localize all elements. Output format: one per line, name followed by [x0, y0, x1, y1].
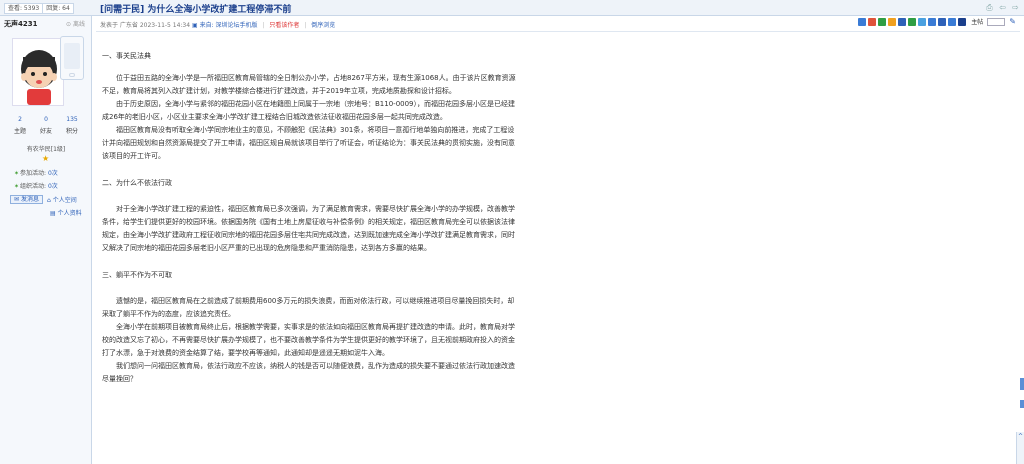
only-author-link[interactable]: 只看该作者: [269, 22, 299, 29]
thread-category-prefix[interactable]: [问需于民]: [100, 5, 144, 15]
toolbar-icon-5[interactable]: [898, 17, 907, 26]
side-share-tab[interactable]: [1020, 378, 1024, 390]
count-topics[interactable]: 2 主题: [8, 116, 32, 135]
author-name[interactable]: 无声4231: [4, 19, 37, 29]
profile-link[interactable]: ▤ 个人资料: [50, 208, 82, 217]
author-panel: 无声4231 ⊙ 离线 2 主题 0 好友 135 积分 有农华民[1级] ★ …: [0, 16, 92, 464]
reverse-order-link[interactable]: 倒序浏览: [311, 22, 335, 29]
personal-space-link[interactable]: ⌂ 个人空间: [47, 195, 77, 204]
chevron-up-icon: ^: [1018, 433, 1024, 440]
paragraph: 遗憾的是，福田区教育局在之前造成了前期费用600多万元的损失浪费，而面对依法行政…: [102, 297, 515, 318]
paragraph: 由于历史原因，全海小学与紧邻的福田花园小区在地籍图上同属于一宗地（宗地号：B11…: [102, 100, 516, 121]
home-icon: ⌂: [46, 197, 51, 204]
author-counts: 2 主题 0 好友 135 积分: [8, 116, 84, 135]
device-icon: ▣: [192, 22, 198, 29]
paragraph: 我们想问一问福田区教育局，依法行政应不应该，纳税人的钱是否可以随便浪费，乱作为造…: [102, 362, 515, 383]
online-status: ⊙ 离线: [66, 21, 85, 28]
tool-label: 主帖: [971, 19, 984, 26]
goto-floor-input[interactable]: [987, 17, 1006, 26]
divider: [96, 31, 1020, 32]
toolbar-icon-2[interactable]: [868, 17, 877, 26]
post-content: 一、事关民法典 位于益田五路的全海小学是一所福田区教育局管辖的全日制公办小学，占…: [102, 50, 520, 386]
send-message-button[interactable]: ✉ 发消息: [10, 195, 43, 204]
toolbar-icon-8[interactable]: [928, 17, 937, 26]
thread-nav-icons: ⎙ ⇦ ⇨: [985, 3, 1020, 12]
back-to-top-button[interactable]: ^: [1016, 432, 1024, 464]
phone-home-button: [69, 73, 75, 77]
mobile-client-badge[interactable]: [60, 36, 84, 80]
section-heading: 三、躺平不作为不可取: [102, 271, 172, 279]
post-source[interactable]: 来自: 深圳论坛手机版: [200, 22, 258, 29]
activity-joined: ✶参加活动: 0次: [14, 170, 58, 177]
toolbar-icon-9[interactable]: [938, 17, 947, 26]
toolbar-icon-3[interactable]: [878, 17, 887, 26]
count-friends[interactable]: 0 好友: [34, 116, 58, 135]
activity-organized: ✶组织活动: 0次: [14, 183, 58, 190]
toolbar-icon-4[interactable]: [888, 17, 897, 26]
pen-icon[interactable]: ✎: [1009, 17, 1016, 26]
toolbar-icon-7[interactable]: [918, 17, 927, 26]
print-icon[interactable]: ⎙: [985, 3, 994, 12]
next-icon[interactable]: ⇨: [1011, 3, 1020, 12]
paragraph: 福田区教育局没有听取全海小学同宗地业主的意见，不顾触犯《民法典》301条，将项目…: [102, 126, 515, 160]
leaf-icon: ✶: [14, 170, 20, 177]
thread-stats: 查看: 5393 回复: 64: [4, 3, 74, 14]
thread-header-bar: 查看: 5393 回复: 64 [问需于民] 为什么全海小学改扩建工程停滞不前 …: [0, 0, 1024, 16]
toolbar-icon-6[interactable]: [908, 17, 917, 26]
author-level[interactable]: 有农华民[1级]: [0, 144, 92, 153]
star-icon: ★: [42, 154, 50, 163]
side-feedback-tab[interactable]: [1020, 400, 1024, 408]
toolbar-icon-1[interactable]: [858, 17, 867, 26]
toolbar-icon-10[interactable]: [948, 17, 957, 26]
post-timestamp: 发表于 广东省 2023-11-5 14:34: [100, 22, 191, 29]
paragraph: 全海小学在前期项目被教育局终止后，根据教学需要，实事求是的依法如向福田区教育局再…: [102, 323, 515, 357]
toolbar-icon-11[interactable]: [958, 17, 967, 26]
replies-count: 回复: 64: [42, 4, 73, 13]
leaf-icon: ✶: [14, 183, 20, 190]
post-meta: 发表于 广东省 2023-11-5 14:34 ▣ 来自: 深圳论坛手机版 | …: [100, 22, 336, 29]
thread-title: [问需于民] 为什么全海小学改扩建工程停滞不前: [100, 2, 291, 15]
post-tools: 主帖 ✎: [858, 17, 1016, 26]
phone-screen: [64, 43, 80, 69]
author-actions: ✉ 发消息 ⌂ 个人空间: [10, 195, 77, 204]
profile-icon: ▤: [50, 210, 56, 217]
section-heading: 一、事关民法典: [102, 52, 151, 60]
thread-title-text: 为什么全海小学改扩建工程停滞不前: [147, 5, 292, 15]
section-heading: 二、为什么不依法行政: [102, 179, 172, 187]
count-points[interactable]: 135 积分: [60, 116, 84, 135]
avatar[interactable]: [12, 38, 64, 106]
paragraph: 位于益田五路的全海小学是一所福田区教育局管辖的全日制公办小学，占地8267平方米…: [102, 74, 516, 95]
prev-icon[interactable]: ⇦: [998, 3, 1007, 12]
paragraph: 对于全海小学改扩建工程的紧迫性，福田区教育局已多次强调，为了满足教育需求，需要尽…: [102, 205, 515, 252]
views-count: 查看: 5393: [8, 5, 40, 12]
